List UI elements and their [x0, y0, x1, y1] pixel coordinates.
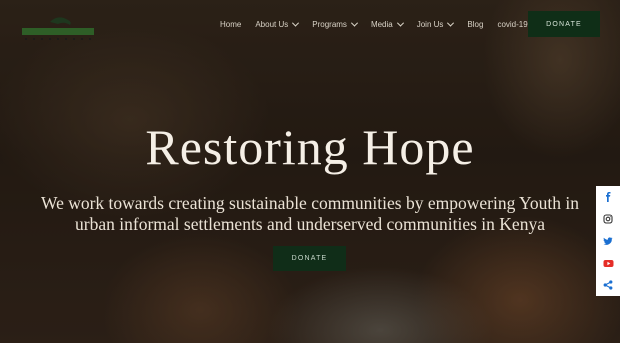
nav-covid-19-label: covid-19: [497, 19, 528, 29]
hero-subtitle: We work towards creating sustainable com…: [40, 193, 580, 234]
nav-home[interactable]: Home: [220, 17, 241, 31]
site-logo[interactable]: [20, 12, 96, 42]
hero-title: Restoring Hope: [145, 119, 475, 175]
nav-media-label: Media: [370, 19, 393, 29]
facebook-icon[interactable]: [596, 186, 620, 208]
nav-about-us[interactable]: About Us: [255, 17, 300, 31]
share-icon[interactable]: [596, 274, 620, 296]
twitter-icon[interactable]: [596, 230, 620, 252]
chevron-down-icon: [292, 19, 300, 27]
nav-join-us-label: Join Us: [416, 19, 444, 29]
nav-about-us-label: About Us: [255, 19, 289, 29]
chevron-down-icon: [350, 19, 358, 27]
hero-donate-button[interactable]: DONATE: [273, 246, 346, 271]
instagram-icon[interactable]: [596, 208, 620, 230]
nav-join-us[interactable]: Join Us: [416, 17, 455, 31]
header-donate-button[interactable]: DONATE: [528, 11, 600, 37]
nav-blog-label: Blog: [467, 19, 484, 29]
nav-blog[interactable]: Blog: [467, 17, 483, 31]
social-share-bar: [596, 186, 620, 296]
nav-media[interactable]: Media: [370, 17, 404, 31]
nav-programs-label: Programs: [312, 19, 347, 29]
nav-covid-19[interactable]: covid-19: [497, 17, 527, 31]
site-header: Home About Us Programs Media Join Us Blo…: [0, 0, 620, 48]
chevron-down-icon: [447, 19, 455, 27]
nav-programs[interactable]: Programs: [312, 17, 358, 31]
youtube-icon[interactable]: [596, 252, 620, 274]
main-nav: Home About Us Programs Media Join Us Blo…: [220, 17, 542, 31]
chevron-down-icon: [396, 19, 404, 27]
nav-home-label: Home: [220, 19, 242, 29]
